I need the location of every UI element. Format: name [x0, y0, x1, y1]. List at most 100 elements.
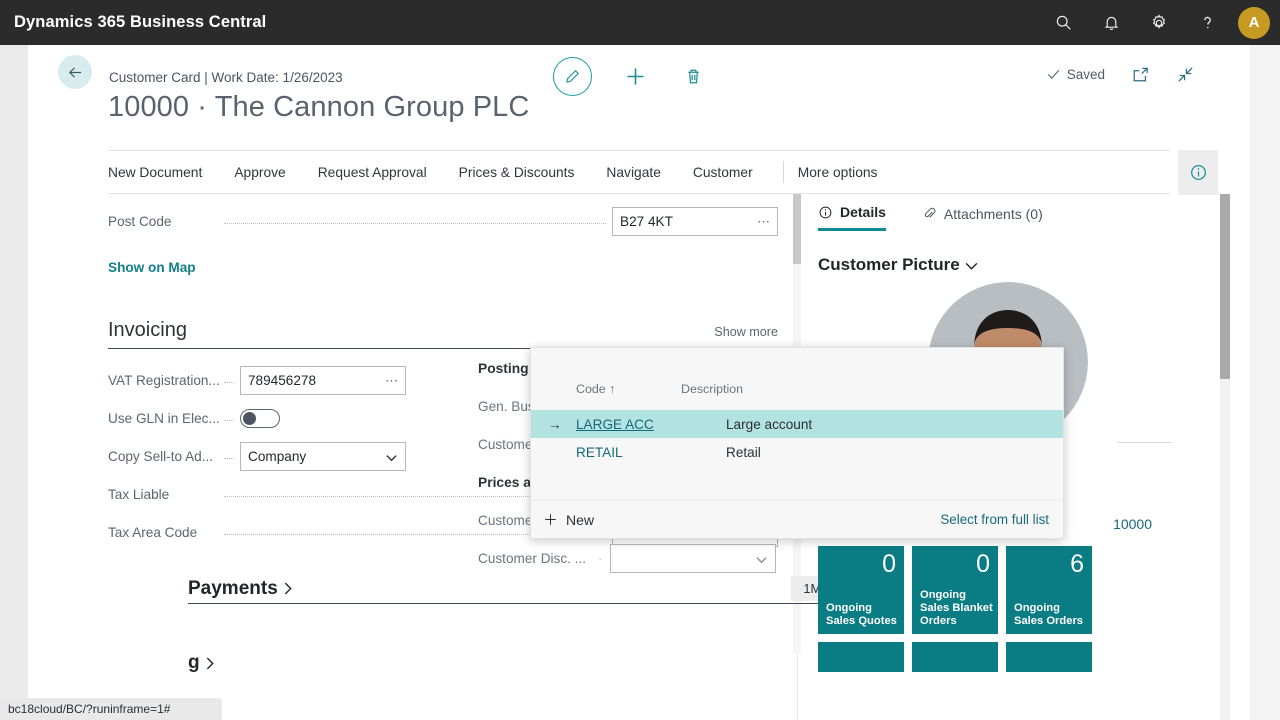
- tax-area-code-label: Tax Area Code: [108, 524, 198, 540]
- saved-status: Saved: [1046, 67, 1105, 82]
- plus-icon: [545, 514, 556, 525]
- page-body: Post Code B27 4KT ⋯ Show on Map Invoicin…: [28, 194, 1250, 720]
- page-header: Customer Card | Work Date: 1/26/2023 100…: [28, 45, 1250, 150]
- chevron-down-icon: [965, 262, 978, 270]
- use-gln-toggle[interactable]: [240, 408, 280, 428]
- factbox-divider: [1118, 442, 1172, 443]
- lookup-dropdown-popup: Code ↑ Description → LARGE ACC Large acc…: [530, 347, 1064, 539]
- popup-new-button[interactable]: New: [543, 512, 594, 528]
- tab-details[interactable]: Details: [818, 204, 886, 231]
- tile-ongoing-sales-quotes[interactable]: 0 Ongoing Sales Quotes: [818, 546, 904, 634]
- select-from-full-list-link[interactable]: Select from full list: [940, 512, 1049, 527]
- customer-disc-control: [610, 543, 777, 573]
- customer-picture-header[interactable]: Customer Picture: [818, 255, 1208, 275]
- factbox-tiles-row2: [818, 642, 1092, 672]
- copy-sell-to-control: Company: [240, 441, 406, 471]
- vat-registration-lookup-icon[interactable]: ⋯: [385, 373, 399, 389]
- tax-liable-label: Tax Liable: [108, 486, 170, 502]
- menu-item-customer[interactable]: Customer: [677, 151, 769, 193]
- new-plus-icon[interactable]: [620, 62, 650, 92]
- invoicing-show-more[interactable]: Show more: [714, 325, 778, 339]
- delete-trash-icon[interactable]: [678, 62, 708, 92]
- row-code[interactable]: LARGE ACC: [576, 417, 726, 432]
- user-avatar[interactable]: A: [1238, 6, 1270, 39]
- label-dots: [224, 411, 234, 421]
- collapse-icon[interactable]: [1176, 65, 1195, 84]
- customer-disc-label: Customer Disc. ...: [478, 550, 587, 566]
- notification-bell-icon[interactable]: [1090, 0, 1132, 45]
- open-in-new-window-icon[interactable]: [1131, 65, 1150, 84]
- column-header-description[interactable]: Description: [681, 382, 743, 396]
- customer-picture-title: Customer Picture: [818, 255, 960, 274]
- status-bar-url: bc18cloud/BC/?runinframe=1#: [0, 698, 222, 720]
- left-edge-strip: [0, 45, 28, 720]
- tile-partial-3[interactable]: [1006, 642, 1092, 672]
- customer-no-value[interactable]: 10000: [1113, 516, 1152, 532]
- shipping-title-text: g: [188, 652, 200, 673]
- row-code[interactable]: RETAIL: [576, 445, 726, 460]
- chevron-right-icon: [206, 657, 214, 669]
- menu-item-request-approval[interactable]: Request Approval: [302, 151, 443, 193]
- vat-registration-input[interactable]: 789456278: [240, 365, 406, 395]
- payments-title-text: Payments: [188, 577, 278, 599]
- chevron-right-icon: [284, 582, 292, 595]
- tile-partial-2[interactable]: [912, 642, 998, 672]
- paperclip-icon: [924, 207, 936, 218]
- invoicing-title: Invoicing: [108, 319, 187, 341]
- shipping-title[interactable]: g: [188, 652, 217, 674]
- tile-ongoing-sales-orders[interactable]: 6 Ongoing Sales Orders: [1006, 546, 1092, 634]
- popup-row-retail[interactable]: RETAIL Retail: [531, 438, 1063, 466]
- info-circle-icon[interactable]: [1178, 150, 1218, 195]
- use-gln-control: [240, 408, 406, 428]
- popup-new-label: New: [566, 511, 595, 528]
- shipping-section-header: g: [188, 652, 858, 674]
- menu-divider: [782, 161, 784, 183]
- menu-item-new-document[interactable]: New Document: [108, 151, 218, 193]
- invoicing-section-header: Invoicing Show more: [108, 319, 778, 348]
- post-code-lookup-icon[interactable]: ⋯: [757, 214, 771, 230]
- vat-registration-control: 789456278 ⋯: [240, 365, 406, 395]
- menu-item-navigate[interactable]: Navigate: [590, 151, 676, 193]
- tile-ongoing-sales-blanket-orders[interactable]: 0 Ongoing Sales Blanket Orders: [912, 546, 998, 634]
- help-icon[interactable]: [1186, 0, 1228, 45]
- back-button[interactable]: [58, 55, 92, 89]
- post-code-input[interactable]: B27 4KT: [612, 206, 778, 236]
- tile-value: 0: [976, 550, 990, 578]
- edit-pencil-icon[interactable]: [553, 57, 592, 96]
- factbox-tabs: Details Attachments (0): [818, 194, 1208, 231]
- label-dot: ·: [598, 550, 603, 566]
- menu-item-approve[interactable]: Approve: [218, 151, 301, 193]
- form-scrollbar-thumb[interactable]: [793, 194, 801, 264]
- popup-footer: New Select from full list: [531, 500, 1063, 538]
- customer-disc-select[interactable]: [610, 543, 777, 573]
- app-top-bar: Dynamics 365 Business Central A: [0, 0, 1280, 45]
- tile-partial-1[interactable]: [818, 642, 904, 672]
- payments-title[interactable]: Payments: [188, 578, 295, 600]
- popup-row-large-acc[interactable]: → LARGE ACC Large account: [531, 410, 1063, 438]
- menu-item-more-options[interactable]: More options: [798, 165, 878, 180]
- show-on-map-link[interactable]: Show on Map: [108, 260, 778, 275]
- header-toolbar: [553, 57, 708, 96]
- action-menu-bar: New Document Approve Request Approval Pr…: [108, 150, 1218, 195]
- copy-sell-to-label: Copy Sell-to Ad...: [108, 448, 214, 464]
- copy-sell-to-select[interactable]: Company: [240, 441, 406, 471]
- factbox-scrollbar-thumb[interactable]: [1220, 194, 1230, 379]
- breadcrumb: Customer Card | Work Date: 1/26/2023: [109, 70, 343, 85]
- column-header-code[interactable]: Code ↑: [531, 382, 681, 396]
- chevron-down-icon[interactable]: [755, 553, 768, 571]
- customer-card-page: Customer Card | Work Date: 1/26/2023 100…: [28, 45, 1250, 720]
- header-right-actions: Saved: [1046, 65, 1195, 84]
- payments-rule: [188, 603, 831, 604]
- gear-icon[interactable]: [1138, 0, 1180, 45]
- vat-registration-label: VAT Registration...: [108, 372, 220, 388]
- tab-attachments[interactable]: Attachments (0): [922, 206, 1043, 230]
- page-title: 10000 · The Cannon Group PLC: [108, 91, 530, 123]
- payments-section-header: Payments 1M(8D): [188, 576, 858, 601]
- bottom-sections: Payments 1M(8D) g BLUE Partial EXW: [188, 576, 858, 674]
- label-dots: [224, 449, 234, 459]
- search-icon[interactable]: [1042, 0, 1084, 45]
- tile-caption: Ongoing Sales Orders: [1014, 602, 1084, 628]
- label-dots: [224, 373, 234, 383]
- menu-item-prices-discounts[interactable]: Prices & Discounts: [443, 151, 591, 193]
- chevron-down-icon[interactable]: [385, 451, 398, 469]
